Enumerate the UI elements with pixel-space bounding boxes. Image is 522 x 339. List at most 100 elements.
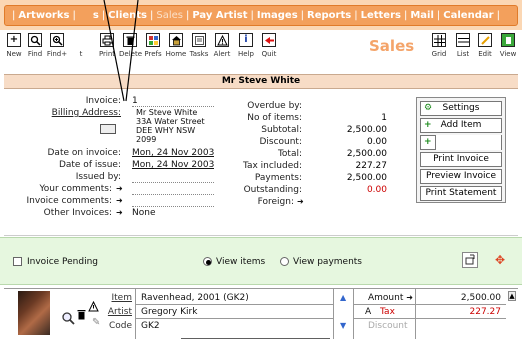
quit-icon: [262, 33, 276, 47]
magnifier-icon: [28, 33, 42, 47]
view-button[interactable]: View: [497, 33, 519, 58]
find-button[interactable]: Find: [24, 33, 46, 58]
address-line: 2099: [136, 135, 157, 142]
edit-button[interactable]: Edit: [474, 33, 496, 58]
arrow-right-icon[interactable]: ➜: [116, 184, 123, 193]
address-card-icon[interactable]: [100, 124, 116, 134]
preview-invoice-button[interactable]: Preview Invoice: [420, 169, 502, 184]
item-value[interactable]: Ravenhead, 2001 (GK2): [141, 293, 249, 303]
alert-icon[interactable]: [88, 300, 99, 315]
prefs-button[interactable]: Prefs: [142, 33, 164, 58]
quit-button[interactable]: Quit: [258, 33, 280, 58]
tasks-button[interactable]: Tasks: [188, 33, 210, 58]
address-line: Mr Steve White: [136, 108, 198, 117]
view-payments-radio[interactable]: [280, 257, 289, 266]
grid-label: Grid: [431, 50, 447, 58]
invoice-comments-label: Invoice comments:: [26, 196, 112, 206]
divider: [353, 318, 506, 319]
sort-down-icon[interactable]: ▼: [340, 321, 346, 330]
artist-link[interactable]: Artist: [100, 307, 132, 317]
edit-label: Edit: [478, 50, 492, 58]
nav-item-pay-artist[interactable]: Pay Artist: [192, 10, 247, 21]
nav-separator: |: [101, 10, 106, 21]
new-button[interactable]: + New: [3, 33, 25, 58]
sort-up-icon[interactable]: ▲: [340, 293, 346, 302]
settings-icon: ⚙: [424, 103, 433, 113]
magnifier-plus-icon: [50, 33, 64, 47]
nav-item-reports[interactable]: Reports: [307, 10, 351, 21]
delete-button[interactable]: Delete: [119, 33, 142, 58]
nav-separator: |: [496, 10, 500, 21]
find-label: Find: [27, 50, 43, 58]
billing-address-field[interactable]: Mr Steve White 33A Water Street DEE WHY …: [136, 108, 205, 142]
arrow-right-icon[interactable]: ➜: [116, 196, 123, 205]
add-item-label: Add Item: [440, 120, 482, 130]
invoice-number[interactable]: 1: [132, 96, 138, 106]
record-header: Mr Steve White: [4, 74, 518, 89]
nav-item-images[interactable]: Images: [257, 10, 298, 21]
trash-icon[interactable]: [77, 309, 86, 323]
divider: [353, 304, 506, 305]
grid-icon: [432, 33, 446, 47]
print-statement-button[interactable]: Print Statement: [420, 186, 502, 201]
scroll-up-button[interactable]: ▲: [508, 291, 516, 301]
printer-icon: [100, 33, 114, 47]
invoice-pending-checkbox[interactable]: [13, 257, 22, 266]
address-line: DEE WHY NSW: [136, 126, 196, 135]
find-plus-label: Find+: [46, 50, 68, 58]
issued-by-label: Issued by:: [75, 172, 121, 182]
nav-item-artworks[interactable]: Artworks: [18, 10, 69, 21]
alert-icon: [215, 33, 229, 47]
toolbar: + New Find Find+ t Print Delete Prefs Ho…: [0, 30, 522, 65]
arrow-right-icon[interactable]: ➜: [116, 208, 123, 217]
nav-separator: |: [72, 10, 76, 21]
add-item-input[interactable]: [435, 135, 501, 150]
nav-item-calendar[interactable]: Calendar: [443, 10, 493, 21]
list-label: List: [456, 50, 470, 58]
nav-item-sales[interactable]: Sales: [156, 10, 183, 21]
add-item-button[interactable]: + Add Item: [420, 118, 502, 133]
nav-item-clients[interactable]: Clients: [108, 10, 147, 21]
view-icon: [501, 33, 515, 47]
settings-button[interactable]: ⚙ Settings: [420, 101, 502, 116]
home-button[interactable]: Home: [165, 33, 187, 58]
foreign-label: Foreign:: [257, 197, 294, 207]
code-label: Code: [108, 321, 132, 331]
home-icon: [169, 33, 183, 47]
list-button[interactable]: List: [452, 33, 474, 58]
tax-row-label: A Tax: [365, 307, 395, 317]
move-arrows-icon[interactable]: ✥: [495, 253, 505, 267]
nav-separator: |: [354, 10, 358, 21]
arrow-right-icon[interactable]: ➜: [297, 197, 304, 206]
artwork-thumbnail[interactable]: [18, 291, 50, 335]
find-plus-button[interactable]: Find+: [46, 33, 68, 58]
code-value[interactable]: GK2: [141, 321, 160, 331]
tax-value[interactable]: 227.27: [415, 307, 502, 317]
print-button[interactable]: Print: [96, 33, 118, 58]
add-item-input-row[interactable]: +: [420, 135, 502, 150]
print-invoice-button[interactable]: Print Invoice: [420, 152, 502, 167]
trash-icon: [123, 33, 137, 47]
artist-value[interactable]: Gregory Kirk: [141, 307, 197, 317]
alert-button[interactable]: Alert: [211, 33, 233, 58]
nav-item-mail[interactable]: Mail: [410, 10, 434, 21]
nav-separator: |: [300, 10, 305, 21]
new-window-button[interactable]: [462, 252, 478, 268]
item-link[interactable]: Item: [100, 293, 133, 303]
magnifier-icon[interactable]: [61, 311, 75, 325]
nav-item-letters[interactable]: Letters: [361, 10, 401, 21]
help-button[interactable]: i Help: [235, 33, 257, 58]
amount-value[interactable]: 2,500.00: [415, 293, 501, 303]
nav-item-partial[interactable]: s: [93, 10, 99, 21]
billing-address-link[interactable]: Billing Address:: [4, 108, 121, 118]
arrow-right-icon[interactable]: ➜: [406, 293, 413, 302]
partial-button[interactable]: t: [70, 33, 92, 58]
plus-icon: +: [424, 137, 432, 147]
view-label: View: [499, 50, 517, 58]
grid-button[interactable]: Grid: [428, 33, 450, 58]
payments-label: Payments:: [254, 173, 302, 183]
view-items-radio[interactable]: [203, 257, 212, 266]
overdue-label: Overdue by:: [247, 101, 302, 111]
invoice-panel: Invoice: 1 Billing Address: Mr Steve Whi…: [4, 90, 518, 236]
nav-separator: |: [12, 10, 16, 21]
